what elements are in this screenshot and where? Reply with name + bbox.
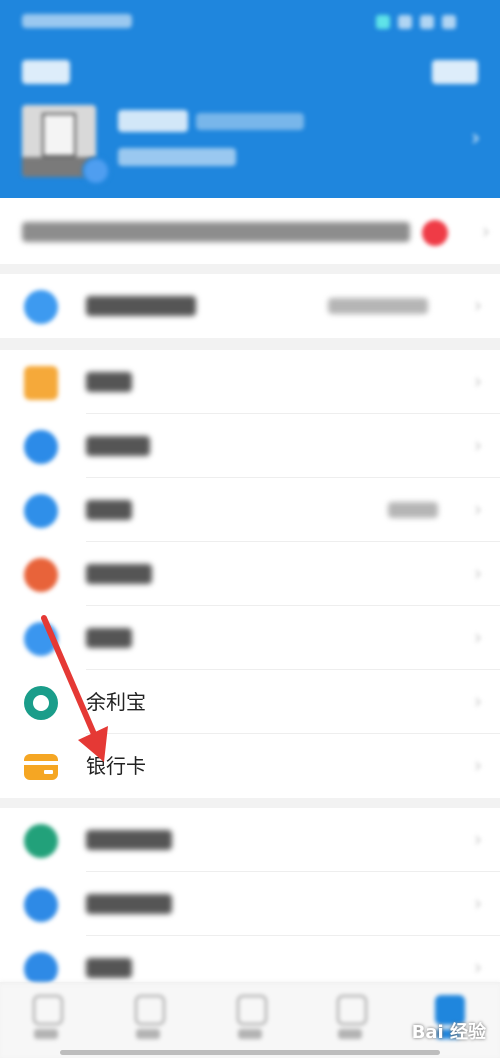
member-icon <box>24 290 58 324</box>
chevron-right-icon: › <box>474 433 482 457</box>
insurance-icon <box>24 888 58 922</box>
list-item-yulibao[interactable]: 余利宝 › <box>0 670 500 734</box>
wealth-icon <box>135 995 165 1025</box>
list-item-label <box>86 628 132 648</box>
yulibao-icon <box>24 686 58 720</box>
notice-text <box>22 222 410 242</box>
list-item-more[interactable]: › <box>0 936 500 986</box>
user-name <box>118 110 188 132</box>
signal-icon <box>376 15 390 29</box>
balance-icon <box>24 494 58 528</box>
tab-label <box>338 1029 362 1039</box>
tab-life[interactable] <box>222 993 278 1049</box>
chevron-right-icon: › <box>474 369 482 393</box>
zhima-credit-icon <box>24 824 58 858</box>
list-item-yuebao[interactable]: › <box>0 542 500 606</box>
chevron-right-icon: › <box>474 497 482 521</box>
tab-label <box>136 1029 160 1039</box>
network-icon <box>420 15 434 29</box>
list-item-label <box>86 500 132 520</box>
yulibao-label: 余利宝 <box>86 690 146 714</box>
tab-messages[interactable] <box>322 993 378 1049</box>
user-tag <box>196 113 304 130</box>
tab-label <box>238 1029 262 1039</box>
watermark: Bai 经验 <box>411 1022 486 1043</box>
bank-card-icon <box>24 754 58 780</box>
list-item-label <box>86 830 172 850</box>
status-bar <box>22 14 478 34</box>
assets-icon <box>24 430 58 464</box>
chevron-right-icon: › <box>482 219 490 243</box>
list-item-label <box>86 372 132 392</box>
list-item-assets[interactable]: › <box>0 414 500 478</box>
red-notice-dot-icon <box>422 220 448 246</box>
chevron-right-icon[interactable]: › <box>471 128 480 150</box>
list-item-balance[interactable]: › <box>0 478 500 542</box>
huabei-icon <box>24 622 58 656</box>
verified-badge-icon <box>82 157 110 185</box>
life-icon <box>237 995 267 1025</box>
tab-wealth[interactable] <box>120 993 176 1049</box>
list-item-label <box>86 894 172 914</box>
chevron-right-icon: › <box>474 955 482 979</box>
home-icon <box>33 995 63 1025</box>
chevron-right-icon: › <box>474 891 482 915</box>
list-item-extra <box>388 502 438 518</box>
page-title <box>22 60 70 84</box>
list-item-label <box>86 296 196 316</box>
chevron-right-icon: › <box>474 293 482 317</box>
bank-card-label: 银行卡 <box>86 754 146 778</box>
list-item-bank-card[interactable]: 银行卡 › <box>0 734 500 798</box>
chevron-right-icon: › <box>474 689 482 713</box>
chevron-right-icon: › <box>474 625 482 649</box>
wifi-icon <box>398 15 412 29</box>
profile-header: › <box>0 0 500 198</box>
list-item-huabei[interactable]: › <box>0 606 500 670</box>
settings-button[interactable] <box>432 60 478 84</box>
battery-icon <box>442 15 456 29</box>
chevron-right-icon: › <box>474 827 482 851</box>
list-item-label <box>86 436 150 456</box>
bill-icon <box>24 366 58 400</box>
yuebao-icon <box>24 558 58 592</box>
list-item-zhima[interactable]: › <box>0 808 500 872</box>
list-item-insurance[interactable]: › <box>0 872 500 936</box>
tab-label <box>34 1029 58 1039</box>
tab-home[interactable] <box>18 993 74 1049</box>
chevron-right-icon: › <box>474 561 482 585</box>
user-account <box>118 148 236 166</box>
list-item-bill[interactable]: › <box>0 350 500 414</box>
list-item-member[interactable]: › <box>0 274 500 338</box>
home-indicator <box>60 1050 440 1055</box>
list-item-extra <box>328 298 428 314</box>
list-item-label <box>86 958 132 978</box>
messages-icon <box>337 995 367 1025</box>
avatar-figure <box>42 113 76 157</box>
more-service-icon <box>24 952 58 986</box>
chevron-right-icon: › <box>474 753 482 777</box>
status-time <box>22 14 132 28</box>
status-icons <box>368 14 478 29</box>
list-item-label <box>86 564 152 584</box>
